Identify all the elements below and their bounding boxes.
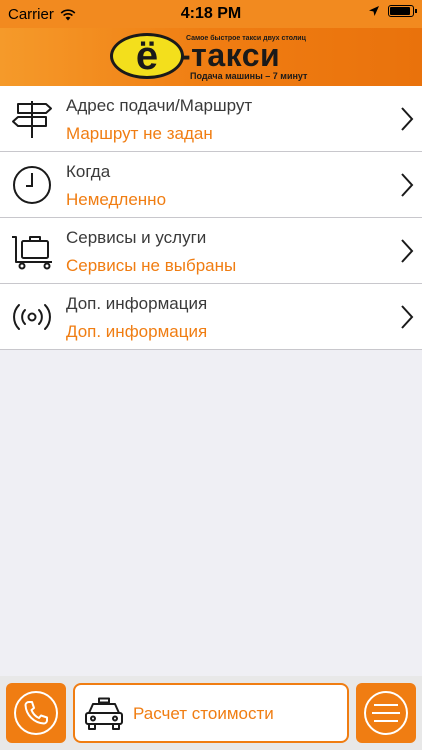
clock-icon xyxy=(13,166,51,204)
status-bar: Carrier 4:18 PM xyxy=(0,0,422,28)
chevron-right-icon xyxy=(401,305,414,329)
logo-letter-badge: ё xyxy=(110,33,184,79)
row-when-value: Немедленно xyxy=(66,190,167,209)
row-when[interactable]: Когда Немедленно xyxy=(0,152,422,218)
row-route-title: Адрес подачи/Маршрут xyxy=(66,96,253,115)
brand-logo: ё Самое быстрое такси двух столиц -такси… xyxy=(110,33,318,81)
chevron-right-icon xyxy=(401,107,414,131)
calculate-cost-button[interactable]: Расчет стоимости xyxy=(73,683,349,743)
row-route[interactable]: Адрес подачи/Маршрут Маршрут не задан xyxy=(0,86,422,152)
logo-letter: ё xyxy=(135,34,159,78)
logo-name: -такси xyxy=(180,37,281,73)
battery-fill xyxy=(390,7,410,15)
row-services-value: Сервисы не выбраны xyxy=(66,256,237,275)
order-options-list: Адрес подачи/Маршрут Маршрут не задан Ко… xyxy=(0,86,422,350)
calculate-cost-label: Расчет стоимости xyxy=(133,704,274,723)
bottom-toolbar: Расчет стоимости xyxy=(0,676,422,750)
status-time: 4:18 PM xyxy=(180,5,242,22)
menu-button[interactable] xyxy=(356,683,416,743)
row-services-title: Сервисы и услуги xyxy=(66,228,207,247)
logo-subtitle: Подача машины – 7 минут xyxy=(190,71,308,81)
luggage-cart-icon xyxy=(12,236,52,270)
status-right-group xyxy=(368,5,417,17)
call-button[interactable] xyxy=(6,683,66,743)
row-extra-info-value: Доп. информация xyxy=(66,322,208,341)
app-header: ё Самое быстрое такси двух столиц -такси… xyxy=(0,28,422,86)
location-arrow-icon xyxy=(369,6,379,16)
broadcast-icon xyxy=(13,304,51,330)
phone-icon xyxy=(14,691,58,735)
row-when-title: Когда xyxy=(66,162,111,181)
row-services[interactable]: Сервисы и услуги Сервисы не выбраны xyxy=(0,218,422,284)
chevron-right-icon xyxy=(401,173,414,197)
row-extra-info[interactable]: Доп. информация Доп. информация xyxy=(0,284,422,350)
signpost-icon xyxy=(12,101,52,138)
menu-icon xyxy=(364,691,408,735)
row-extra-info-title: Доп. информация xyxy=(66,294,208,313)
taxi-car-icon xyxy=(85,697,123,730)
battery-icon xyxy=(388,5,417,17)
row-route-value: Маршрут не задан xyxy=(66,124,213,143)
chevron-right-icon xyxy=(401,239,414,263)
